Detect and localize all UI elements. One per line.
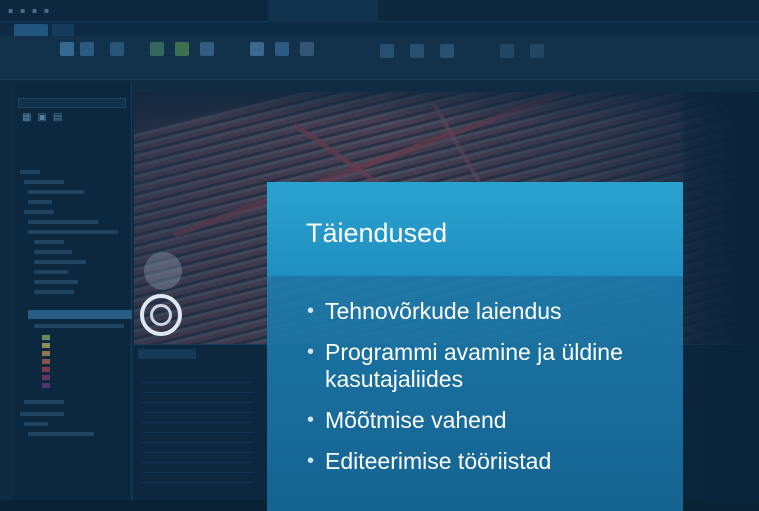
ribbon-tab xyxy=(52,24,74,36)
app-title-bar: ▪ ▪ ▪ ▪ xyxy=(0,0,759,22)
contextual-tab-header xyxy=(268,0,378,22)
view-tabs xyxy=(134,82,759,92)
ribbon-toolbar xyxy=(0,36,759,80)
bullet-icon: • xyxy=(307,341,315,363)
contents-search-box xyxy=(18,98,126,108)
feature-list-item: • Editeerimise tööriistad xyxy=(307,448,552,474)
feature-list-item: • Tehnovõrkude laiendus xyxy=(307,298,562,324)
bullet-icon: • xyxy=(307,300,315,322)
quick-access-toolbar: ▪ ▪ ▪ ▪ xyxy=(8,6,52,15)
panel-title-band: Täiendused xyxy=(267,182,683,276)
ribbon-tabs xyxy=(0,22,759,36)
bullet-icon: • xyxy=(307,450,315,472)
attribute-table-tab xyxy=(138,349,196,359)
feature-overview-panel: Täiendused • Tehnovõrkude laiendus • Progr… xyxy=(267,182,683,511)
feature-list-item: • Programmi avamine ja üldine kasutajalii… xyxy=(307,339,623,392)
ribbon-tab-active xyxy=(14,24,48,36)
feature-list: • Tehnovõrkude laiendus • Programmi avamin… xyxy=(307,298,677,489)
bullet-icon: • xyxy=(307,409,315,431)
panel-body: • Tehnovõrkude laiendus • Programmi avamin… xyxy=(267,276,683,511)
contents-pane: ▦▣▤ xyxy=(14,82,132,500)
selected-layer-row xyxy=(28,310,132,319)
contents-toolbar-icons: ▦▣▤ xyxy=(22,112,69,123)
panel-title: Täiendused xyxy=(306,218,448,248)
feature-list-item: • Mõõtmise vahend xyxy=(307,407,507,433)
